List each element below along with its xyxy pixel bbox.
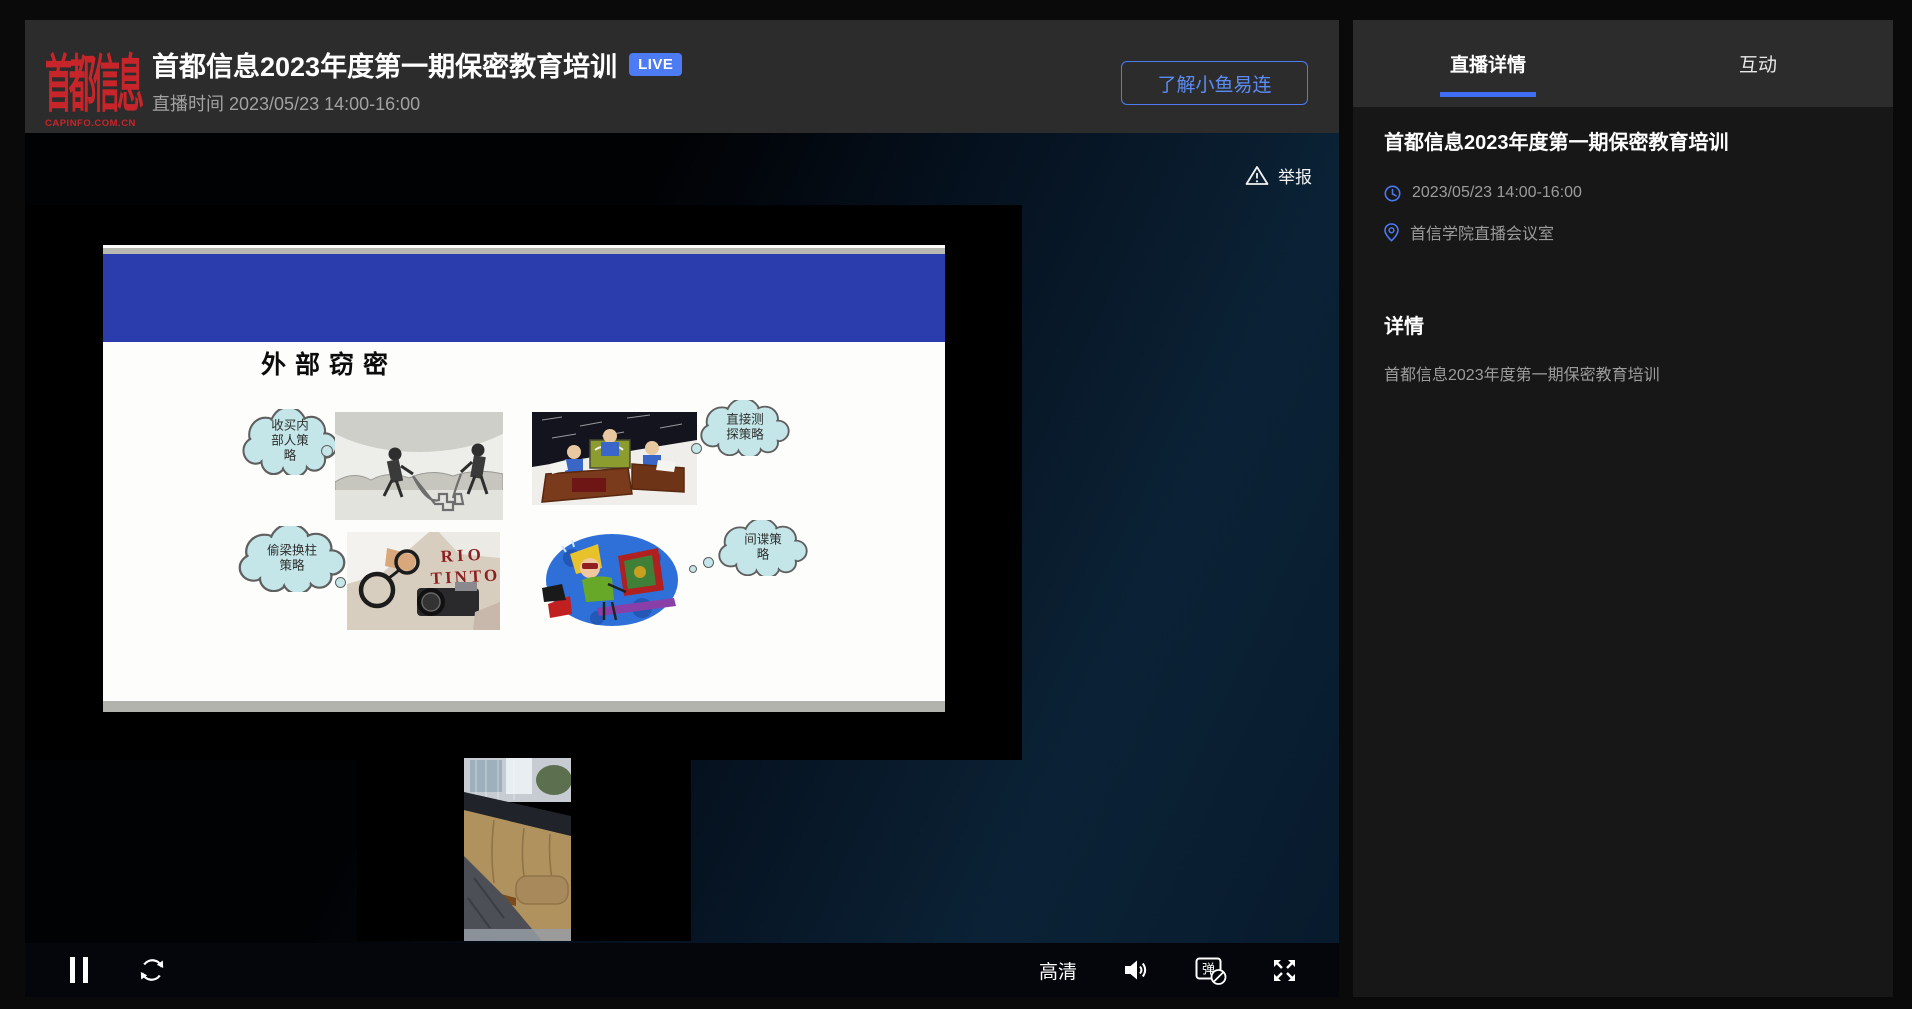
- presentation-slide: 外部窃密 收买内部人策略: [103, 245, 945, 712]
- slide-blue-band: [103, 254, 945, 342]
- logo-subtext: CAPINFO.COM.CN: [45, 118, 136, 129]
- danmaku-off-icon: 弹: [1195, 955, 1227, 985]
- refresh-icon: [137, 955, 167, 985]
- bubble-spy: 间谍策略: [717, 520, 809, 576]
- page-title: 首都信息2023年度第一期保密教育培训: [152, 45, 617, 84]
- live-location: 首信学院直播会议室: [1410, 220, 1554, 244]
- live-title: 首都信息2023年度第一期保密教育培训: [1384, 130, 1862, 156]
- live-time: 2023/05/23 14:00-16:00: [1412, 184, 1582, 202]
- fullscreen-icon: [1271, 957, 1298, 984]
- live-time-row: 2023/05/23 14:00-16:00: [1384, 184, 1582, 202]
- slide-title: 外部窃密: [261, 345, 397, 381]
- slide-cartoon-probing-illustration: [532, 412, 697, 505]
- live-badge: LIVE: [629, 53, 682, 76]
- sidebar-tabbar: 直播详情 互动: [1353, 20, 1893, 107]
- capinfo-logo: 首都信息 CAPINFO.COM.CN: [45, 30, 145, 130]
- volume-button[interactable]: [1121, 943, 1149, 997]
- learn-xylink-button[interactable]: 了解小鱼易连: [1121, 61, 1308, 105]
- video-player: 举报 外部窃密 收买内部人策略: [25, 133, 1339, 997]
- slide-cartoon-spy-illustration: [542, 528, 683, 630]
- slide-photo-riotinto: RIO TINTO: [347, 532, 500, 630]
- bubble-tail-dot: [689, 565, 697, 573]
- report-label: 举报: [1278, 163, 1312, 188]
- player-control-bar: 高清 弹: [25, 943, 1339, 997]
- live-location-row: 首信学院直播会议室: [1384, 220, 1554, 244]
- riotinto-caption-line: RIO: [440, 545, 485, 566]
- pause-icon: [70, 957, 75, 983]
- bubble-tail-dot: [703, 557, 714, 568]
- clock-icon: [1384, 185, 1401, 202]
- bubble-tail-dot: [321, 445, 333, 457]
- bubble-direct-probe: 直接测探策略: [699, 400, 791, 456]
- quality-label: 高清: [1039, 957, 1077, 984]
- participant-video-feed: [464, 758, 571, 941]
- danmaku-toggle-button[interactable]: 弹: [1195, 943, 1227, 997]
- tab-interaction[interactable]: 互动: [1623, 20, 1893, 107]
- title-row: 首都信息2023年度第一期保密教育培训 LIVE: [152, 45, 682, 84]
- warning-triangle-icon: [1245, 165, 1269, 186]
- refresh-button[interactable]: [137, 943, 167, 997]
- live-info-sidebar: 直播详情 互动 首都信息2023年度第一期保密教育培训 2023/05/23 1…: [1353, 20, 1893, 997]
- details-text: 首都信息2023年度第一期保密教育培训: [1384, 365, 1854, 387]
- broadcast-schedule: 直播时间 2023/05/23 14:00-16:00: [152, 90, 420, 116]
- tab-live-details[interactable]: 直播详情: [1353, 20, 1623, 107]
- bubble-substitution: 偷梁换柱策略: [237, 526, 347, 592]
- logo-text: 首都信息: [45, 34, 141, 124]
- header: 首都信息 CAPINFO.COM.CN 首都信息2023年度第一期保密教育培训 …: [25, 20, 1339, 133]
- fullscreen-button[interactable]: [1271, 943, 1298, 997]
- active-tab-underline: [1440, 92, 1536, 97]
- bubble-tail-dot: [335, 577, 346, 588]
- details-heading: 详情: [1384, 310, 1424, 339]
- location-pin-icon: [1384, 223, 1399, 242]
- quality-button[interactable]: 高清: [1039, 943, 1077, 997]
- pause-button[interactable]: [70, 943, 88, 997]
- participant-video-window[interactable]: [357, 758, 691, 941]
- bubble-buy-insider: 收买内部人策略: [241, 409, 339, 475]
- bubble-tail-dot: [691, 443, 702, 454]
- slide-bottom-strip: [103, 701, 945, 712]
- slide-cartoon-bribery-illustration: [335, 412, 503, 520]
- report-button[interactable]: 举报: [1245, 163, 1312, 188]
- speaker-icon: [1121, 956, 1149, 984]
